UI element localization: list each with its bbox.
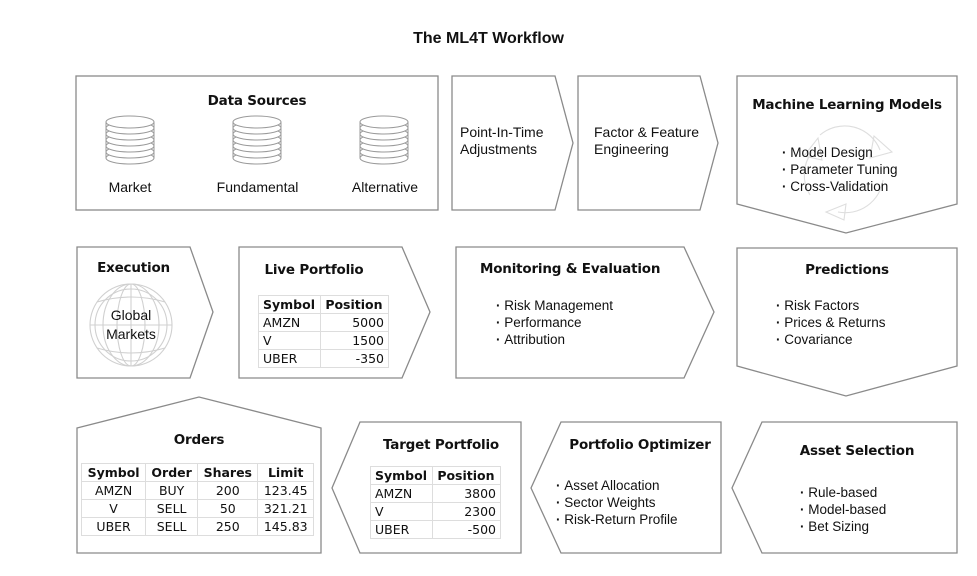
table-cell: 2300: [432, 502, 501, 521]
factor-engineering-line-2: Engineering: [594, 141, 669, 157]
target-portfolio-table: Symbol Position AMZN 3800 V 2300 UBER -5…: [369, 466, 501, 539]
database-icon: [232, 115, 282, 165]
monitoring-item: Performance: [496, 314, 613, 331]
table-cell: BUY: [145, 481, 199, 500]
predictions-list: Risk Factors Prices & Returns Covariance: [776, 297, 886, 348]
monitoring-item: Risk Management: [496, 297, 613, 314]
source-label-alternative: Alternative: [351, 179, 419, 195]
factor-engineering-label: Factor & Feature Engineering: [594, 124, 699, 158]
ml-models-item: Cross-Validation: [782, 178, 898, 195]
predictions-heading: Predictions: [805, 262, 889, 278]
predictions-item: Covariance: [776, 331, 886, 348]
table-cell: AMZN: [257, 313, 322, 332]
ml-models-heading: Machine Learning Models: [752, 97, 942, 113]
table-row: V 1500: [257, 331, 389, 350]
table-cell: AMZN: [80, 481, 147, 500]
table-row: UBER SELL 250 145.83: [80, 517, 314, 536]
table-cell: V: [80, 499, 147, 518]
global-markets-label: Global Markets: [81, 306, 181, 344]
column-header: Symbol: [369, 466, 434, 485]
column-header: Order: [145, 463, 199, 482]
asset-selection-heading: Asset Selection: [799, 443, 915, 459]
orders-table: Symbol Order Shares Limit AMZN BUY 200 1…: [80, 463, 314, 536]
monitoring-item: Attribution: [496, 331, 613, 348]
optimizer-item: Sector Weights: [556, 494, 678, 511]
table-cell: 321.21: [257, 499, 314, 518]
table-header-row: Symbol Order Shares Limit: [80, 463, 314, 482]
table-row: V 2300: [369, 502, 501, 521]
optimizer-list: Asset Allocation Sector Weights Risk-Ret…: [556, 477, 678, 528]
execution-heading: Execution: [97, 260, 170, 276]
point-in-time-line-2: Adjustments: [460, 141, 538, 157]
column-header: Position: [432, 466, 501, 485]
asset-selection-list: Rule-based Model-based Bet Sizing: [800, 484, 886, 535]
factor-engineering-line-1: Factor & Feature: [594, 124, 700, 140]
table-header-row: Symbol Position: [257, 295, 389, 314]
table-header-row: Symbol Position: [369, 466, 501, 485]
table-cell: SELL: [145, 517, 199, 536]
table-cell: V: [369, 502, 434, 521]
table-cell: 1500: [320, 331, 389, 350]
table-row: AMZN 3800: [369, 484, 501, 503]
table-cell: SELL: [145, 499, 199, 518]
table-cell: 5000: [320, 313, 389, 332]
table-cell: -350: [320, 349, 389, 368]
table-row: AMZN 5000: [257, 313, 389, 332]
table-cell: 250: [197, 517, 259, 536]
table-row: V SELL 50 321.21: [80, 499, 314, 518]
predictions-item: Prices & Returns: [776, 314, 885, 331]
table-row: UBER -500: [369, 520, 501, 539]
predictions-item: Risk Factors: [776, 297, 886, 314]
column-header: Position: [320, 295, 389, 314]
optimizer-item: Asset Allocation: [556, 477, 678, 494]
table-cell: 123.45: [257, 481, 314, 500]
point-in-time-label: Point-In-Time Adjustments: [460, 124, 544, 158]
table-cell: 145.83: [257, 517, 314, 536]
data-sources-heading: Data Sources: [207, 93, 307, 109]
ml-models-item: Parameter Tuning: [782, 161, 897, 178]
table-row: UBER -350: [257, 349, 389, 368]
table-cell: UBER: [369, 520, 434, 539]
source-label-market: Market: [108, 179, 152, 195]
ml-models-list: Model Design Parameter Tuning Cross-Vali…: [782, 144, 898, 195]
global-markets-line-2: Markets: [106, 326, 156, 342]
database-icon: [105, 115, 155, 165]
table-cell: 3800: [432, 484, 501, 503]
table-cell: 50: [197, 499, 259, 518]
target-portfolio-heading: Target Portfolio: [383, 437, 499, 453]
orders-heading: Orders: [173, 432, 225, 448]
table-cell: -500: [432, 520, 501, 539]
source-label-fundamental: Fundamental: [216, 179, 299, 195]
table-cell: AMZN: [369, 484, 434, 503]
table-row: AMZN BUY 200 123.45: [80, 481, 314, 500]
asset-selection-item: Model-based: [800, 501, 886, 518]
asset-selection-item: Rule-based: [800, 484, 886, 501]
column-header: Shares: [197, 463, 259, 482]
column-header: Symbol: [80, 463, 147, 482]
point-in-time-line-1: Point-In-Time: [460, 124, 544, 140]
asset-selection-item: Bet Sizing: [800, 518, 886, 535]
database-icon: [359, 115, 409, 165]
column-header: Limit: [257, 463, 314, 482]
monitoring-heading: Monitoring & Evaluation: [480, 261, 661, 277]
optimizer-heading: Portfolio Optimizer: [569, 437, 711, 453]
diagram-title: The ML4T Workflow: [413, 30, 564, 47]
monitoring-list: Risk Management Performance Attribution: [496, 297, 613, 348]
table-cell: 200: [197, 481, 259, 500]
table-cell: UBER: [257, 349, 322, 368]
global-markets-line-1: Global: [110, 307, 152, 323]
table-cell: V: [257, 331, 322, 350]
live-portfolio-heading: Live Portfolio: [264, 262, 364, 278]
optimizer-item: Risk-Return Profile: [556, 511, 677, 528]
ml-models-item: Model Design: [782, 144, 898, 161]
column-header: Symbol: [257, 295, 322, 314]
live-portfolio-table: Symbol Position AMZN 5000 V 1500 UBER -3…: [257, 295, 389, 368]
table-cell: UBER: [80, 517, 147, 536]
